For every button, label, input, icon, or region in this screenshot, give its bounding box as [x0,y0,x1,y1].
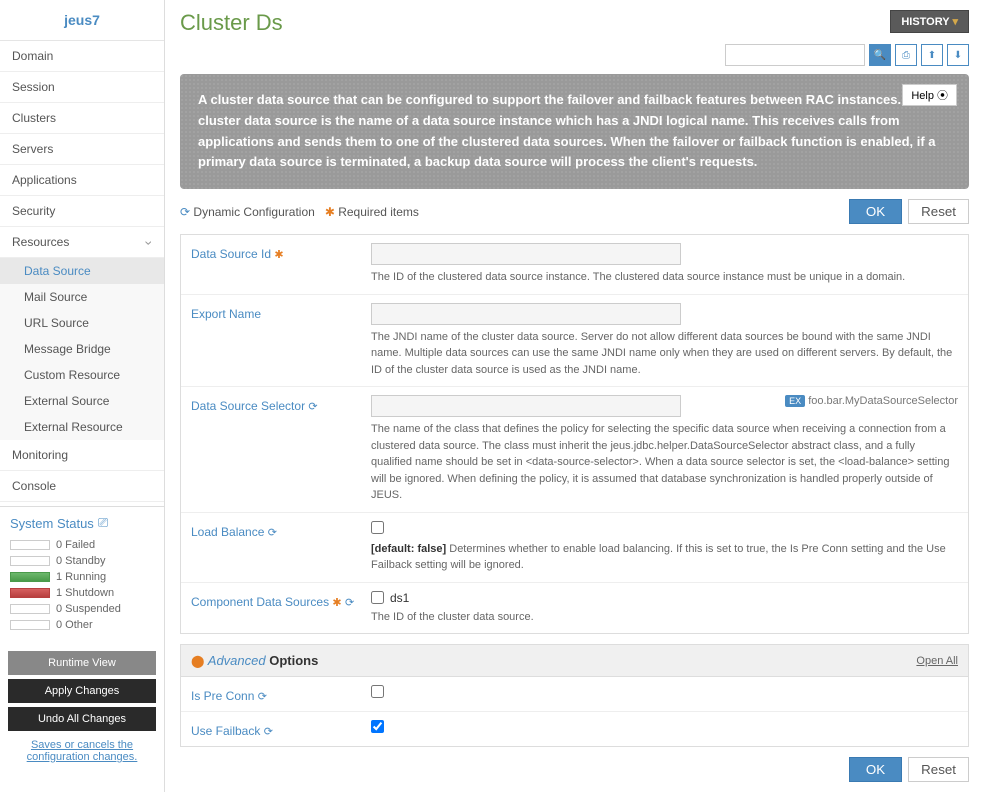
desc-datasource-id: The ID of the clustered data source inst… [371,269,958,286]
history-button[interactable]: HISTORY [890,10,969,33]
reset-button-bottom[interactable]: Reset [908,757,969,782]
desc-selector: The name of the class that defines the p… [371,421,958,504]
preconn-checkbox[interactable] [371,685,384,698]
dynamic-config-icon: ⟳ [268,527,277,539]
ok-button-bottom[interactable]: OK [849,757,902,782]
nav-console[interactable]: Console [0,471,164,502]
logo[interactable]: jeus7 [0,0,164,41]
nav-session[interactable]: Session [0,72,164,103]
dynamic-config-icon: ⟳ [264,726,273,738]
label-datasource-id: Data Source Id ✱ [191,243,371,286]
status-failed: 0 Failed [10,537,154,553]
nav-monitoring[interactable]: Monitoring [0,440,164,471]
undo-changes-button[interactable]: Undo All Changes [8,707,156,731]
example-selector: EXfoo.bar.MyDataSourceSelector [785,395,958,407]
dynamic-config-icon: ⟳ [308,401,317,413]
required-icon: ✱ [325,205,335,219]
info-box: A cluster data source that can be config… [180,74,969,189]
subnav-mailsource[interactable]: Mail Source [0,284,164,310]
label-loadbalance: Load Balance ⟳ [191,521,371,574]
component-ds-option: ds1 [390,591,409,605]
status-suspended: 0 Suspended [10,601,154,617]
apply-changes-button[interactable]: Apply Changes [8,679,156,703]
advanced-title: ⬤ Advanced Options [191,653,318,668]
label-selector: Data Source Selector ⟳ [191,395,371,504]
label-failback: Use Failback ⟳ [191,720,371,738]
subnav-customresource[interactable]: Custom Resource [0,362,164,388]
legend: ⟳ Dynamic Configuration ✱ Required items [180,205,419,219]
failback-checkbox[interactable] [371,720,384,733]
subnav-datasource[interactable]: Data Source [0,258,164,284]
subnav-messagebridge[interactable]: Message Bridge [0,336,164,362]
print-icon[interactable]: ⎙ [895,44,917,66]
status-icon: ⎚ [98,515,108,531]
desc-component-ds: The ID of the cluster data source. [371,609,958,626]
nav-security[interactable]: Security [0,196,164,227]
nav-clusters[interactable]: Clusters [0,103,164,134]
ok-button-top[interactable]: OK [849,199,902,224]
nav-applications[interactable]: Applications [0,165,164,196]
desc-export-name: The JNDI name of the cluster data source… [371,329,958,379]
help-button[interactable]: Help ⦿ [902,84,957,106]
status-other: 0 Other [10,617,154,633]
nav-resources[interactable]: Resources [0,227,164,258]
search-icon[interactable]: 🔍 [869,44,891,66]
dynamic-config-icon: ⟳ [258,691,267,703]
save-cancel-link[interactable]: Saves or cancels the configuration chang… [8,735,156,767]
export-name-input[interactable] [371,303,681,325]
nav-domain[interactable]: Domain [0,41,164,72]
selector-input[interactable] [371,395,681,417]
status-title: System Status ⎚ [10,515,154,531]
info-text: A cluster data source that can be config… [198,90,951,173]
advanced-icon: ⬤ [191,654,204,668]
status-running: 1 Running [10,569,154,585]
label-component-ds: Component Data Sources ✱ ⟳ [191,591,371,626]
required-icon: ✱ [274,249,283,261]
status-shutdown: 1 Shutdown [10,585,154,601]
desc-loadbalance: [default: false] Determines whether to e… [371,541,958,574]
page-title: Cluster Ds [180,10,283,36]
dynamic-config-icon: ⟳ [180,205,190,219]
search-input[interactable] [725,44,865,66]
required-icon: ✱ [332,597,341,609]
label-preconn: Is Pre Conn ⟳ [191,685,371,703]
nav-servers[interactable]: Servers [0,134,164,165]
import-xml-icon[interactable]: ⬇ [947,44,969,66]
runtime-view-button[interactable]: Runtime View [8,651,156,675]
label-export-name: Export Name [191,303,371,379]
dynamic-config-icon: ⟳ [345,597,354,609]
datasource-id-input[interactable] [371,243,681,265]
status-standby: 0 Standby [10,553,154,569]
component-ds-checkbox[interactable] [371,591,384,604]
subnav-urlsource[interactable]: URL Source [0,310,164,336]
subnav-externalresource[interactable]: External Resource [0,414,164,440]
loadbalance-checkbox[interactable] [371,521,384,534]
subnav-externalsource[interactable]: External Source [0,388,164,414]
reset-button-top[interactable]: Reset [908,199,969,224]
export-xml-icon[interactable]: ⬆ [921,44,943,66]
open-all-link[interactable]: Open All [916,655,958,667]
